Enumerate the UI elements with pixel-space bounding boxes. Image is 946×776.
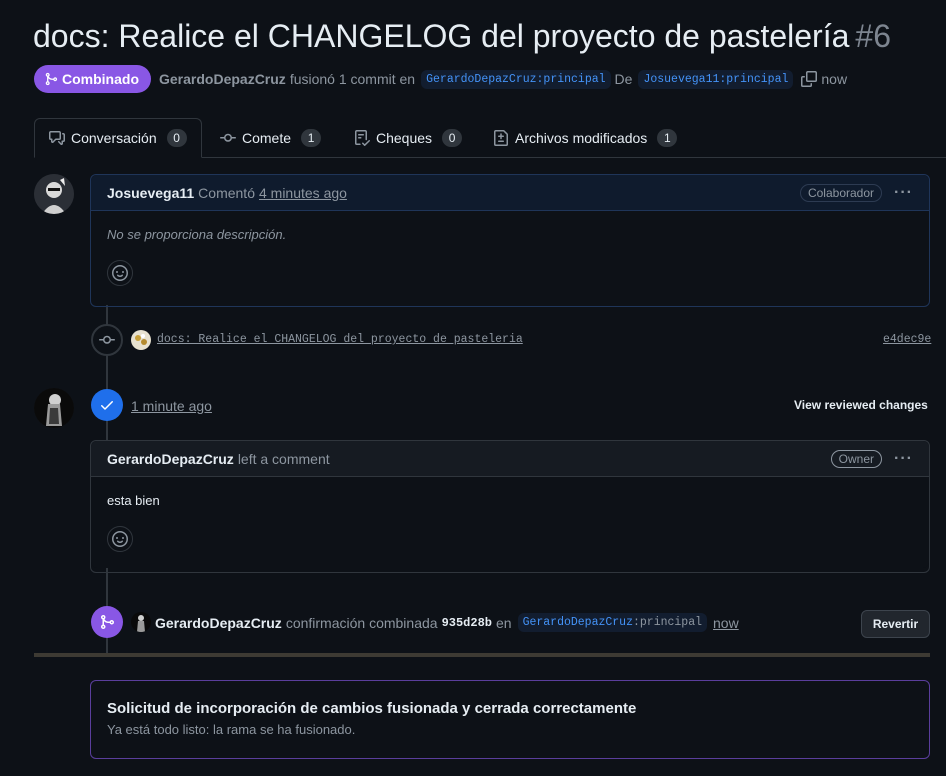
- view-reviewed-changes-link[interactable]: View reviewed changes: [794, 398, 928, 412]
- page-title: docs: Realice el CHANGELOG del proyecto …: [33, 18, 891, 55]
- add-reaction-button[interactable]: [107, 526, 133, 552]
- comment-verb: left a comment: [237, 450, 330, 467]
- merge-commit-sha[interactable]: 935d28b: [442, 616, 492, 630]
- merged-subtext: Ya está todo listo: la rama se ha fusion…: [107, 722, 356, 737]
- comment-body: No se proporciona descripción.: [91, 211, 929, 302]
- tab-commits[interactable]: Comete 1: [220, 118, 322, 158]
- merge-event-user[interactable]: GerardoDepazCruz: [155, 615, 282, 631]
- tab-label: Comete: [242, 130, 292, 146]
- commit-icon: [99, 335, 115, 344]
- commit-sha-row: e4dec9e: [883, 333, 931, 346]
- comment-header: Josuevega11 Comentó 4 minutes ago Colabo…: [91, 175, 929, 211]
- commit-badge: [91, 324, 123, 356]
- role-badge: Colaborador: [799, 183, 883, 202]
- comment-body: esta bien: [91, 477, 929, 568]
- tab-label: Conversación: [71, 130, 157, 146]
- comment-author[interactable]: Josuevega11: [107, 185, 194, 201]
- checklist-icon: [355, 130, 370, 146]
- merge-action-text: fusionó 1 commit en: [289, 71, 416, 87]
- commit-author-avatar[interactable]: [131, 330, 151, 350]
- kebab-menu-icon[interactable]: ···: [894, 184, 913, 202]
- merged-state-badge: Combinado: [34, 65, 151, 93]
- merge-icon: [101, 615, 115, 629]
- smiley-icon: [112, 265, 128, 281]
- merge-target-branch[interactable]: GerardoDepazCruz:principal: [517, 613, 707, 632]
- timeline-divider: [34, 653, 930, 657]
- comment-author[interactable]: GerardoDepazCruz: [107, 451, 234, 467]
- tab-counter: 1: [657, 129, 678, 147]
- comment-text: esta bien: [107, 493, 160, 508]
- kebab-menu-icon[interactable]: ···: [894, 450, 913, 468]
- review-time[interactable]: 1 minute ago: [131, 398, 212, 414]
- commit-icon: [220, 133, 236, 142]
- tab-counter: 0: [166, 129, 187, 147]
- pr-meta: Combinado GerardoDepazCruz fusionó 1 com…: [34, 65, 847, 93]
- from-text: De: [614, 71, 633, 87]
- merge-time: now: [821, 71, 848, 87]
- merger-avatar[interactable]: [131, 612, 151, 632]
- tab-counter: 0: [442, 129, 463, 147]
- merge-icon: [45, 72, 58, 86]
- add-reaction-button[interactable]: [107, 260, 133, 286]
- pr-number: #6: [855, 18, 891, 54]
- pr-tabs: Conversación 0 Comete 1 Cheques 0 Archiv…: [0, 118, 946, 158]
- review-comment-box: GerardoDepazCruz left a comment Owner ··…: [90, 440, 930, 573]
- review-row: 1 minute ago: [131, 398, 212, 414]
- tab-checks[interactable]: Cheques 0: [354, 118, 463, 158]
- merge-event-in: en: [495, 614, 512, 631]
- merge-event-text: confirmación combinada: [285, 614, 438, 631]
- comment-time[interactable]: 4 minutes ago: [259, 185, 347, 201]
- merger-link[interactable]: GerardoDepazCruz: [159, 71, 286, 87]
- role-badge: Owner: [830, 449, 883, 468]
- comment-discussion-icon: [49, 131, 65, 145]
- avatar[interactable]: [34, 388, 74, 428]
- tab-conversation[interactable]: Conversación 0: [34, 118, 202, 158]
- tab-label: Cheques: [376, 130, 433, 146]
- state-label: Combinado: [62, 71, 139, 87]
- revert-button[interactable]: Revertir: [861, 610, 930, 638]
- file-diff-icon: [494, 130, 508, 146]
- smiley-icon: [112, 531, 128, 547]
- comment-text: No se proporciona descripción.: [107, 227, 287, 242]
- avatar[interactable]: [34, 174, 74, 214]
- merged-heading: Solicitud de incorporación de cambios fu…: [107, 700, 637, 717]
- tab-counter: 1: [301, 129, 322, 147]
- base-branch[interactable]: GerardoDepazCruz:principal: [421, 69, 611, 89]
- copy-icon[interactable]: [801, 71, 818, 87]
- commit-row: docs: Realice el CHANGELOG del proyecto …: [157, 333, 523, 346]
- check-icon: [101, 401, 113, 410]
- pr-title: docs: Realice el CHANGELOG del proyecto …: [33, 18, 850, 54]
- tab-files-changed[interactable]: Archivos modificados 1: [493, 118, 678, 158]
- tab-label: Archivos modificados: [515, 130, 648, 146]
- review-badge: [91, 389, 123, 421]
- view-changes-row: View reviewed changes: [794, 398, 928, 412]
- comment-verb: Comentó: [198, 184, 255, 201]
- commit-message[interactable]: docs: Realice el CHANGELOG del proyecto …: [157, 333, 523, 346]
- merged-status-box: Solicitud de incorporación de cambios fu…: [90, 680, 930, 759]
- merge-event-time[interactable]: now: [713, 615, 739, 631]
- merge-event-row: GerardoDepazCruz confirmación combinada …: [155, 613, 739, 632]
- head-branch[interactable]: Josuevega11:principal: [638, 69, 794, 89]
- commit-sha[interactable]: e4dec9e: [883, 333, 931, 346]
- merge-badge: [91, 606, 123, 638]
- comment-header: GerardoDepazCruz left a comment Owner ··…: [91, 441, 929, 477]
- comment-box: Josuevega11 Comentó 4 minutes ago Colabo…: [90, 174, 930, 307]
